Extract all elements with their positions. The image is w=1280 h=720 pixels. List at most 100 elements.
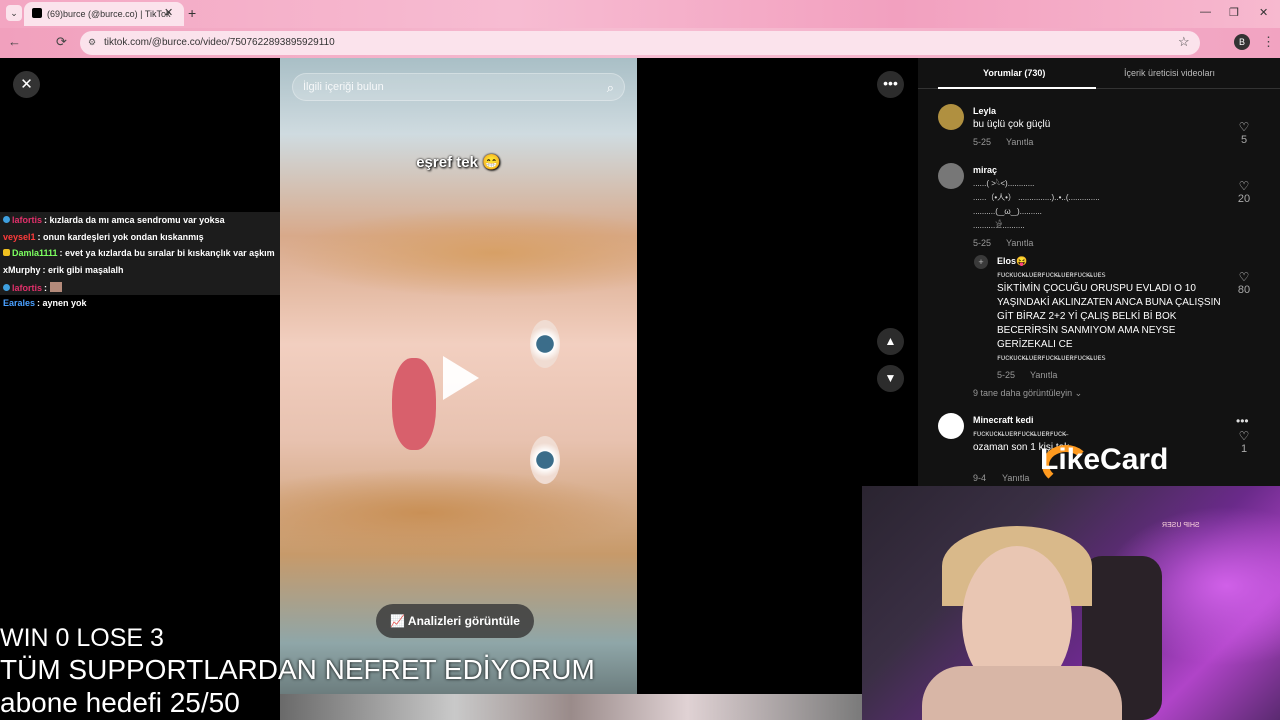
profile-avatar[interactable]: B [1234, 34, 1250, 50]
comments-tabs: Yorumlar (730) İçerik üreticisi videolar… [918, 58, 1280, 89]
chat-username: lafortis [12, 282, 43, 293]
more-options-button[interactable]: ••• [877, 71, 904, 98]
chat-message: : erik gibi maşalalh [42, 265, 124, 276]
site-info-icon[interactable]: ⚙ [88, 37, 100, 49]
comment-username[interactable]: Minecraft kedi [973, 415, 1034, 425]
tab-search-icon[interactable]: ⌄ [6, 5, 22, 21]
reply-text: SİKTİMİN ÇOCUĞU ORUSPU EVLADI O 10 YAŞIN… [997, 283, 1221, 350]
like-button[interactable]: ♡ 5 [1234, 120, 1254, 146]
webcam-sign: SHIP USER [1162, 522, 1200, 529]
video-frame-detail [530, 320, 560, 368]
avatar[interactable] [938, 163, 964, 189]
heart-icon: ♡ [1238, 179, 1250, 193]
chat-username: lafortis [12, 215, 43, 225]
reply-button[interactable]: Yanıtla [1002, 473, 1029, 483]
badge-icon [3, 283, 10, 291]
webcam-feed: SHIP USER [862, 486, 1280, 720]
search-placeholder: İlgili içeriği bulun [303, 81, 384, 93]
avatar[interactable] [938, 104, 964, 130]
reply-decoration: ꜰᴜᴄᴋᴜᴄᴋ̶ʟᴜᴇʀꜰᴜᴄᴋ̶ʟᴜᴇʀꜰᴜᴄᴋ̶ʟᴜᴇꜱ [997, 270, 1106, 279]
comment-text-line: ......( >𓆩<)............ [973, 179, 1035, 188]
address-bar[interactable]: ⚙ tiktok.com/@burce.co/video/75076228938… [80, 31, 1200, 55]
reply-date: 5-25 [997, 370, 1016, 380]
chat-username: Earales [3, 298, 36, 309]
comment-username[interactable]: miraç [973, 165, 997, 175]
like-button[interactable]: ♡ 80 [1234, 270, 1254, 296]
video-frame-detail [280, 468, 637, 558]
chat-message: : evet ya kızlarda bu sıralar bi kıskanç… [59, 248, 275, 259]
comment-text: bu üçlü çok güçlü [973, 119, 1051, 130]
tab-close-icon[interactable]: ✕ [164, 6, 173, 19]
bookmark-star-icon[interactable]: ☆ [1178, 34, 1190, 50]
comment-date: 9-4 [973, 473, 987, 483]
badge-icon [3, 216, 10, 223]
comment-text-line: ..........(‿ω‿).......... [973, 207, 1042, 216]
heart-icon: ♡ [1238, 429, 1250, 443]
like-count: 20 [1237, 193, 1251, 205]
url-text: tiktok.com/@burce.co/video/7507622893895… [104, 37, 335, 48]
new-tab-icon[interactable]: + [188, 5, 196, 21]
video-player[interactable]: İlgili içeriği bulun ⌕ eşref tek 😁 📈 Ana… [280, 58, 637, 694]
chat-username: Damla1111 [12, 248, 58, 259]
reply-button[interactable]: Yanıtla [1006, 238, 1033, 248]
view-more-replies[interactable]: 9 tane daha görüntüleyin ⌄ [973, 388, 1082, 399]
reply-username[interactable]: Elos😝 [997, 256, 1027, 267]
view-analytics-button[interactable]: 📈 Analizleri görüntüle [376, 604, 534, 638]
browser-menu-icon[interactable]: ⋮ [1262, 34, 1275, 50]
search-icon[interactable]: ⌕ [607, 80, 614, 96]
like-count: 5 [1240, 134, 1248, 146]
video-frame-detail [280, 208, 637, 298]
chat-message: : onun kardeşleri yok ondan kıskanmış [37, 231, 204, 242]
next-video-button[interactable]: ▼ [877, 365, 904, 392]
reply-button[interactable]: Yanıtla [1030, 370, 1057, 380]
chat-username: veysel1 [3, 231, 36, 242]
like-count: 1 [1240, 443, 1248, 455]
badge-icon [3, 249, 10, 257]
sponsor-logo: LikeCard [1040, 443, 1169, 476]
reply-button[interactable]: Yanıtla [1006, 137, 1033, 147]
search-input[interactable]: İlgili içeriği bulun ⌕ [292, 73, 625, 101]
heart-icon: ♡ [1238, 120, 1250, 134]
comments-panel: Yorumlar (730) İçerik üreticisi videolar… [918, 58, 1280, 488]
view-more-label: 9 tane daha görüntüleyin [973, 388, 1073, 398]
browser-toolbar: ← ⟳ ⚙ tiktok.com/@burce.co/video/7507622… [0, 28, 1280, 58]
chat-message: : aynen yok [37, 298, 87, 309]
tab-creator-videos[interactable]: İçerik üreticisi videoları [1124, 68, 1215, 78]
stream-banner: TÜM SUPPORTLARDAN NEFRET EDİYORUM [0, 654, 595, 685]
analytics-label: Analizleri görüntüle [407, 614, 520, 628]
reply-avatar[interactable]: + [974, 255, 988, 269]
tiktok-favicon-icon [32, 8, 42, 18]
chat-message: : kızlarda da mı amca sendromu var yoksa [44, 215, 225, 225]
video-caption: eşref tek 😁 [416, 154, 501, 171]
comment-more-icon[interactable]: ••• [1236, 414, 1249, 428]
maximize-icon[interactable]: ❐ [1229, 6, 1239, 19]
chevron-down-icon: ⌄ [1074, 388, 1083, 398]
like-count: 80 [1237, 284, 1251, 296]
emote-icon [49, 281, 62, 292]
comment-username[interactable]: Leyla [973, 106, 996, 116]
reply-decoration: ꜰᴜᴄᴋᴜᴄᴋ̶ʟᴜᴇʀꜰᴜᴄᴋ̶ʟᴜᴇʀꜰᴜᴄᴋ̶ʟᴜᴇꜱ [997, 353, 1106, 362]
chart-icon: 📈 [390, 614, 408, 628]
comment-date: 5-25 [973, 238, 992, 248]
video-frame-detail [392, 358, 436, 450]
avatar[interactable] [938, 413, 964, 439]
comment-date: 5-25 [973, 137, 992, 147]
like-button[interactable]: ♡ 1 [1234, 429, 1254, 455]
browser-tab-bar: ⌄ (69)burce (@burce.co) | TikTok ✕ + — ❐… [0, 0, 1280, 28]
previous-video-button[interactable]: ▲ [877, 328, 904, 355]
page-thumbnail-strip [280, 694, 862, 720]
video-frame-detail [530, 436, 560, 484]
comment-text-line: ..........𓀀.......... [973, 221, 1025, 230]
minimize-icon[interactable]: — [1200, 6, 1211, 18]
play-icon[interactable] [443, 356, 479, 400]
win-lose-counter: WIN 0 LOSE 3 [0, 624, 164, 652]
back-icon[interactable]: ← [8, 34, 21, 49]
reload-icon[interactable]: ⟳ [56, 34, 67, 50]
comment-decoration: ꜰᴜᴄᴋᴜᴄᴋ̶ʟᴜᴇʀꜰᴜᴄᴋ̶ʟᴜᴇʀꜰᴜᴄᴋ̶ [973, 429, 1066, 438]
comment-text-line: ......（•人•） ...............)..•..(......… [973, 193, 1100, 202]
tab-comments[interactable]: Yorumlar (730) [983, 68, 1045, 78]
window-close-icon[interactable]: ✕ [1259, 6, 1268, 19]
browser-tab[interactable]: (69)burce (@burce.co) | TikTok [24, 2, 184, 26]
close-video-button[interactable]: ✕ [13, 71, 40, 98]
like-button[interactable]: ♡ 20 [1234, 179, 1254, 205]
